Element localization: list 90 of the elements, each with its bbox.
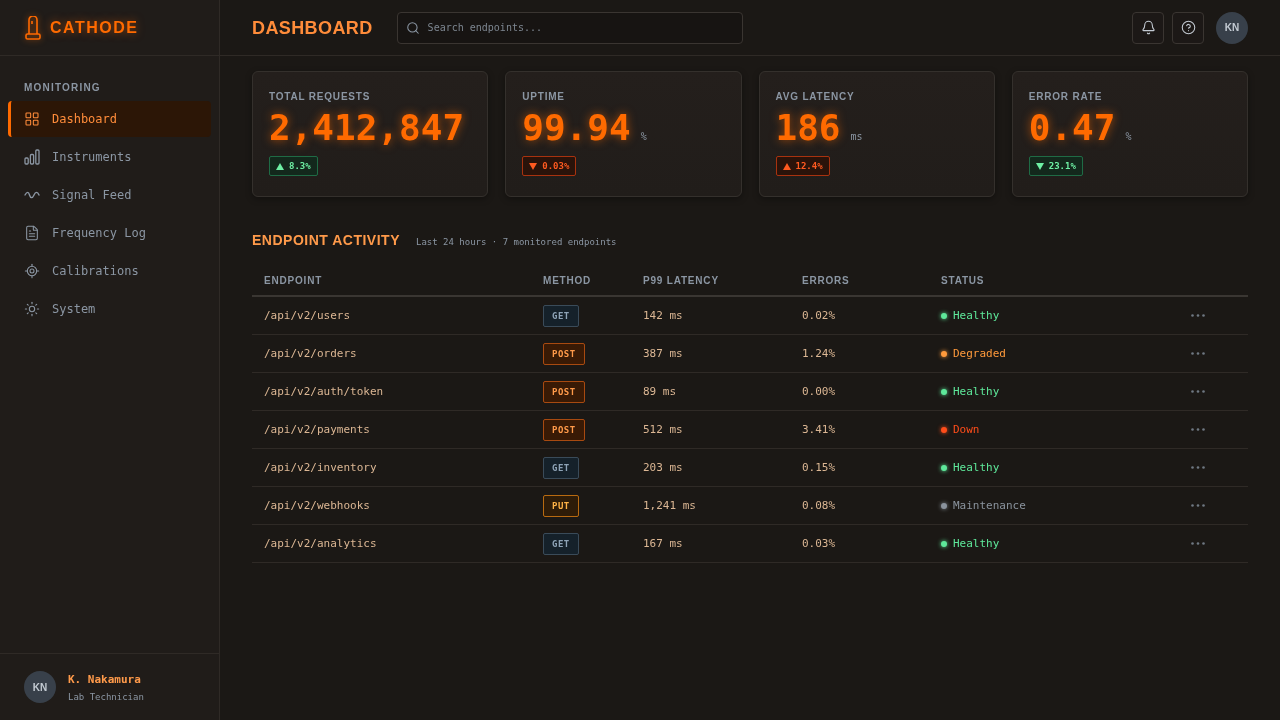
column-header: ERRORS	[801, 274, 850, 286]
more-icon	[1191, 352, 1205, 355]
errors-cell: 0.02%	[802, 309, 836, 322]
latency-cell: 512 ms	[643, 423, 683, 436]
stat-unit: %	[640, 131, 647, 142]
grid-icon	[24, 111, 40, 127]
more-icon	[1191, 504, 1205, 507]
latency-cell: 89 ms	[643, 385, 677, 398]
help-icon	[1180, 20, 1196, 35]
trend-badge: 0.03%	[522, 156, 577, 176]
logo-icon	[25, 15, 41, 40]
search-icon	[405, 20, 420, 35]
trend-badge: 23.1%	[1028, 156, 1083, 176]
errors-cell: 3.41%	[802, 423, 836, 436]
errors-cell: 0.08%	[802, 499, 836, 512]
endpoint-cell: /api/v2/inventory	[264, 461, 377, 474]
wave-icon	[24, 191, 40, 199]
trend-badge: 8.3%	[269, 156, 318, 176]
nav-item[interactable]: Signal Feed	[8, 177, 211, 213]
search-field[interactable]: Search endpoints...	[396, 11, 743, 44]
brand-name: CATHODE	[50, 18, 139, 37]
nav-item[interactable]: Frequency Log	[8, 215, 211, 251]
column-header: STATUS	[940, 274, 985, 286]
nav-item[interactable]: Instruments	[8, 139, 211, 175]
bell-icon	[1140, 20, 1156, 35]
status-label: Healthy	[953, 385, 1000, 398]
document-icon	[24, 225, 40, 241]
more-icon	[1191, 390, 1205, 393]
method-tag: POST	[543, 342, 585, 365]
stat-value: 2,412,847	[269, 108, 465, 148]
stat-label: ERROR RATE	[1028, 91, 1103, 102]
page-title: DASHBOARD	[252, 16, 373, 40]
latency-cell: 167 ms	[643, 537, 683, 550]
crosshair-icon	[24, 263, 40, 279]
trend-badge: 12.4%	[775, 156, 830, 176]
more-icon	[1191, 428, 1205, 431]
errors-cell: 0.15%	[802, 461, 836, 474]
stat-label: AVG LATENCY	[775, 91, 855, 102]
more-icon	[1191, 466, 1205, 469]
errors-cell: 0.00%	[802, 385, 836, 398]
status-label: Healthy	[953, 537, 1000, 550]
column-header: ENDPOINT	[263, 274, 323, 286]
errors-cell: 1.24%	[802, 347, 836, 360]
column-header: METHOD	[542, 274, 592, 286]
sun-icon	[24, 301, 40, 317]
user-avatar[interactable]: KN	[24, 671, 56, 703]
method-tag: PUT	[543, 494, 579, 517]
method-tag: GET	[543, 304, 579, 327]
endpoint-cell: /api/v2/analytics	[264, 537, 377, 550]
errors-cell: 0.03%	[802, 537, 836, 550]
stat-unit: %	[1125, 131, 1132, 142]
latency-cell: 142 ms	[643, 309, 683, 322]
notifications-button[interactable]	[1132, 11, 1164, 44]
help-button[interactable]	[1172, 11, 1204, 44]
latency-cell: 203 ms	[643, 461, 683, 474]
stat-value: 0.47	[1028, 108, 1116, 148]
latency-cell: 1,241 ms	[643, 499, 696, 512]
method-tag: POST	[543, 418, 585, 441]
user-avatar[interactable]: KN	[1216, 11, 1248, 44]
latency-cell: 387 ms	[643, 347, 683, 360]
method-tag: POST	[543, 380, 585, 403]
section-subtitle: Last 24 hours · 7 monitored endpoints	[416, 237, 617, 247]
nav-item[interactable]: System	[8, 291, 211, 327]
nav-item[interactable]: Calibrations	[8, 253, 211, 289]
status-label: Down	[953, 423, 980, 436]
more-icon	[1191, 542, 1205, 545]
endpoint-cell: /api/v2/webhooks	[264, 499, 370, 512]
user-name: K. Nakamura	[68, 672, 142, 686]
status-label: Healthy	[953, 309, 1000, 322]
stat-unit: ms	[850, 131, 863, 142]
section-title: ENDPOINT ACTIVITY	[252, 232, 400, 248]
method-tag: GET	[543, 456, 579, 479]
more-icon	[1191, 314, 1205, 317]
status-label: Maintenance	[953, 499, 1026, 512]
method-tag: GET	[543, 532, 579, 555]
stat-label: TOTAL REQUESTS	[269, 91, 371, 102]
endpoint-cell: /api/v2/payments	[264, 423, 370, 436]
stat-value: 186	[775, 108, 841, 148]
endpoint-cell: /api/v2/orders	[264, 347, 357, 360]
status-label: Degraded	[953, 347, 1006, 360]
stat-label: UPTIME	[522, 91, 565, 102]
bar-chart-icon	[24, 149, 40, 165]
endpoint-cell: /api/v2/users	[264, 309, 351, 322]
section-label: MONITORING	[24, 82, 101, 93]
status-label: Healthy	[953, 461, 1000, 474]
column-header: P99 LATENCY	[642, 274, 719, 286]
nav-item[interactable]: Dashboard	[8, 101, 211, 137]
user-role: Lab Technician	[68, 691, 144, 702]
endpoint-cell: /api/v2/auth/token	[264, 385, 384, 398]
stat-value: 99.94	[522, 108, 631, 148]
